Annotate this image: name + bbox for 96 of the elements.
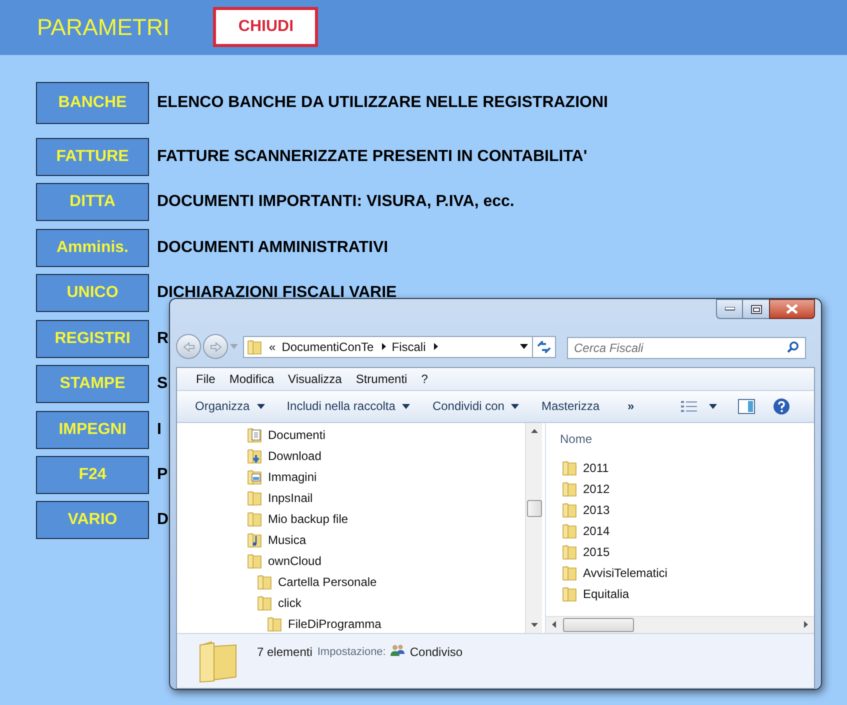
folder-icon xyxy=(247,490,263,506)
users-icon xyxy=(390,644,405,657)
search-icon xyxy=(787,340,799,353)
more-commands-button[interactable]: » xyxy=(628,397,634,416)
scroll-up-icon[interactable] xyxy=(530,428,538,433)
folder-icon xyxy=(562,523,578,540)
help-icon[interactable] xyxy=(773,398,790,415)
breadcrumb-overflow[interactable]: « xyxy=(269,338,276,356)
section-description: DICHIARAZIONI FISCALI VARIE xyxy=(157,283,397,303)
section-description: DOCUMENTI IMPORTANTI: VISURA, P.IVA, ecc. xyxy=(157,192,514,212)
forward-arrow-icon xyxy=(210,342,222,352)
menu-item[interactable]: Visualizza xyxy=(288,370,342,388)
folder-list-item[interactable]: AvvisiTelematici xyxy=(562,562,814,584)
folder-icon xyxy=(562,565,578,582)
folder-icon xyxy=(257,595,273,612)
scroll-down-icon[interactable] xyxy=(530,622,538,627)
nav-item[interactable]: FileDiProgramma xyxy=(177,614,525,633)
section-description: P xyxy=(157,465,168,485)
menu-item[interactable]: Strumenti xyxy=(356,370,408,388)
folder-icon xyxy=(267,616,283,632)
chevron-right-icon[interactable] xyxy=(434,343,438,350)
scroll-thumb[interactable] xyxy=(526,500,542,517)
setting-label: Impostazione: xyxy=(317,644,386,660)
forward-button[interactable] xyxy=(203,334,228,360)
section-description: R xyxy=(157,329,169,349)
folder-icon xyxy=(562,544,578,560)
maximize-icon xyxy=(750,304,762,314)
close-icon xyxy=(786,304,798,314)
menu-item[interactable]: File xyxy=(196,370,216,388)
scroll-right-icon[interactable] xyxy=(804,621,808,628)
folder-icon xyxy=(257,574,273,590)
refresh-button[interactable] xyxy=(533,336,556,358)
dropdown-caret-icon[interactable] xyxy=(520,344,528,350)
folder-icon xyxy=(562,481,578,498)
section-description: DOCUMENTI AMMINISTRATIVI xyxy=(157,238,388,258)
close-button[interactable]: CHIUDI xyxy=(213,6,318,46)
nav-item[interactable]: Musica xyxy=(177,530,525,551)
toolbar-button[interactable]: Includi nella raccolta xyxy=(286,397,410,416)
folder-list-item[interactable]: 2014 xyxy=(562,520,814,542)
folder-icon xyxy=(247,338,263,355)
section-description: FATTURE SCANNERIZZATE PRESENTI IN CONTABILITA' xyxy=(157,147,588,167)
folder-icon xyxy=(247,511,263,528)
close-window-button[interactable] xyxy=(769,299,815,319)
folder-icon xyxy=(562,586,578,602)
page-title: PARAMETRI xyxy=(37,13,170,42)
toolbar-button[interactable]: Masterizza xyxy=(541,397,600,416)
item-count: 7 elementi xyxy=(257,644,312,661)
section-description: D xyxy=(157,510,169,530)
folder-icon xyxy=(247,553,263,570)
scroll-left-icon[interactable] xyxy=(552,621,556,628)
column-header[interactable]: Nome xyxy=(560,430,814,448)
toolbar-button[interactable]: Organizza xyxy=(195,397,265,416)
preview-pane-icon[interactable] xyxy=(738,398,756,414)
music-folder-icon xyxy=(247,532,263,548)
chevron-right-icon[interactable] xyxy=(382,343,386,350)
section-description: S xyxy=(157,374,168,394)
nav-item[interactable]: ownCloud xyxy=(177,550,525,572)
picture-folder-icon xyxy=(247,469,263,486)
nav-item[interactable]: Documenti xyxy=(177,424,525,446)
menu-item[interactable]: Modifica xyxy=(229,370,274,388)
folder-icon xyxy=(198,638,238,683)
horizontal-scrollbar[interactable] xyxy=(546,616,814,633)
view-options-icon[interactable] xyxy=(681,400,698,412)
folder-icon xyxy=(562,460,578,476)
menu-item[interactable]: ? xyxy=(421,370,428,388)
breadcrumb-item[interactable]: DocumentiConTe xyxy=(282,338,374,356)
refresh-arrows-icon xyxy=(537,340,551,353)
section-description: ELENCO BANCHE DA UTILIZZARE NELLE REGISTRAZIONI xyxy=(157,93,608,113)
folder-list-item[interactable]: 2013 xyxy=(562,500,814,521)
nav-item[interactable]: Cartella Personale xyxy=(177,572,525,593)
nav-item[interactable]: click xyxy=(177,592,525,614)
folder-list-item[interactable]: 2015 xyxy=(562,542,814,563)
dropdown-caret-icon[interactable] xyxy=(709,404,718,409)
nav-item[interactable]: InpsInail xyxy=(177,488,525,509)
address-bar[interactable]: « DocumentiConTe Fiscali xyxy=(243,336,533,358)
maximize-button[interactable] xyxy=(743,299,769,319)
nav-item[interactable]: Mio backup file xyxy=(177,508,525,530)
folder-list-item[interactable]: Equitalia xyxy=(562,584,814,605)
search-field[interactable]: Cerca Fiscali xyxy=(567,336,806,359)
nav-item[interactable]: Download xyxy=(177,446,525,467)
nav-item[interactable]: Immagini xyxy=(177,466,525,488)
folder-icon xyxy=(562,502,578,518)
folder-list-item[interactable]: 2012 xyxy=(562,478,814,500)
folder-list-item[interactable]: 2011 xyxy=(562,458,814,479)
download-folder-icon xyxy=(247,448,263,464)
minimize-button[interactable] xyxy=(716,299,743,319)
back-arrow-icon xyxy=(182,342,194,352)
breadcrumb-item[interactable]: Fiscali xyxy=(392,338,426,356)
setting-value: Condiviso xyxy=(410,644,463,661)
back-button[interactable] xyxy=(176,334,201,360)
minimize-icon xyxy=(724,307,734,311)
scroll-thumb[interactable] xyxy=(563,618,634,632)
toolbar-button[interactable]: Condividi con xyxy=(432,397,520,416)
document-folder-icon xyxy=(247,427,263,444)
vertical-scrollbar[interactable] xyxy=(525,422,542,633)
section-description: I xyxy=(157,420,162,440)
